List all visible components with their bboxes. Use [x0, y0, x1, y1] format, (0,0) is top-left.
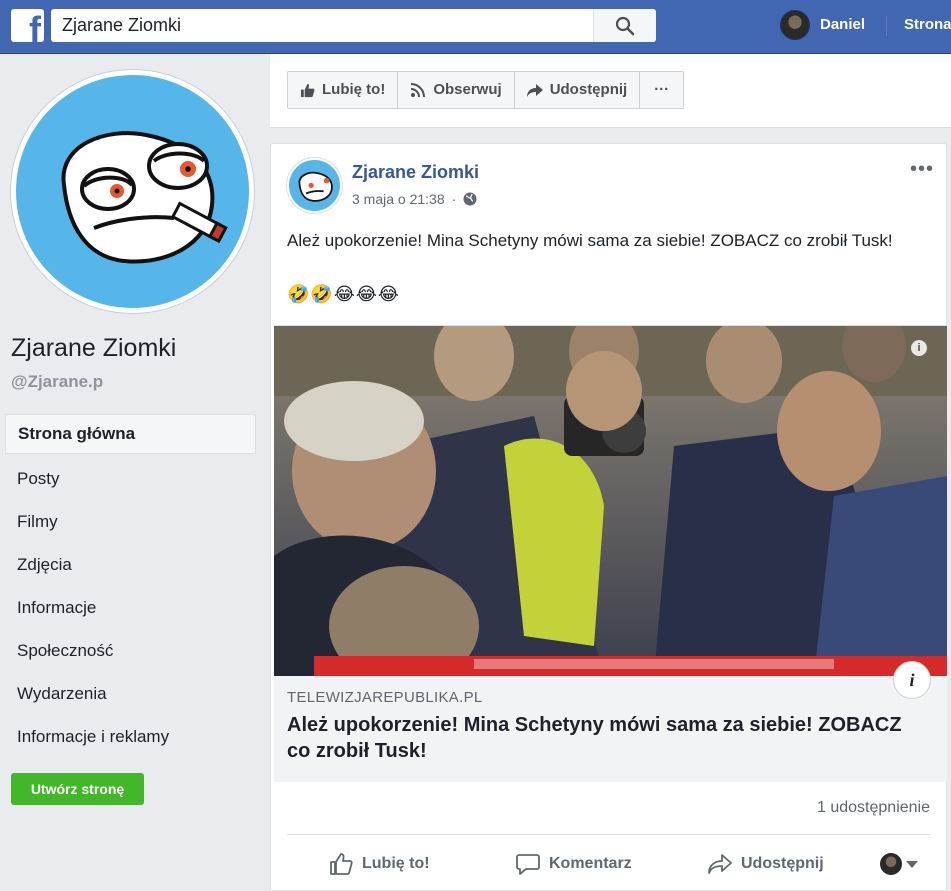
post-actions-bar: Lubię to! Komentarz Udostępnij: [271, 844, 948, 884]
dot-separator: ·: [451, 191, 457, 207]
share-arrow-icon: [526, 83, 543, 97]
page-name: Zjarane Ziomki: [11, 334, 177, 362]
user-avatar[interactable]: [780, 10, 810, 40]
thumbs-up-outline-icon: [330, 853, 353, 875]
post-timestamp[interactable]: 3 maja o 21:38 ·: [352, 191, 477, 207]
link-preview-image[interactable]: i: [274, 326, 947, 676]
post-emoji: 🤣🤣😂😂😂: [287, 284, 400, 304]
chevron-down-icon[interactable]: [906, 861, 918, 868]
page-share-label: Udostępnij: [549, 81, 628, 98]
page-actions-card: Lubię to! Obserwuj Udostępnij ···: [270, 54, 951, 128]
like-button[interactable]: Lubię to!: [329, 844, 430, 884]
left-column: Zjarane Ziomki @Zjarane.p Strona główna …: [0, 54, 268, 891]
nav-item-about[interactable]: Informacje: [5, 586, 256, 629]
comment-button[interactable]: Komentarz: [516, 844, 632, 884]
divider: [287, 834, 930, 835]
user-name-link[interactable]: Daniel: [820, 0, 865, 50]
post-card: Zjarane Ziomki 3 maja o 21:38 · ••• Ależ…: [270, 143, 947, 891]
page-share-button[interactable]: Udostępnij: [515, 72, 641, 108]
link-title[interactable]: Ależ upokorzenie! Mina Schetyny mówi sam…: [287, 712, 917, 764]
share-button[interactable]: Udostępnij: [708, 844, 824, 884]
nav-divider: [886, 16, 887, 36]
comment-bubble-icon: [516, 854, 540, 875]
post-time-text: 3 maja o 21:38: [352, 191, 445, 207]
page-like-button[interactable]: Lubię to!: [288, 72, 399, 108]
nav-item-events[interactable]: Wydarzenia: [5, 672, 256, 715]
nav-item-videos[interactable]: Filmy: [5, 500, 256, 543]
thumbs-up-icon: [300, 83, 315, 97]
like-label: Lubię to!: [362, 855, 430, 872]
crowd-photo-image: [274, 326, 947, 676]
share-as-avatar[interactable]: [880, 853, 902, 875]
link-preview[interactable]: i i TELEWIZJAREPUBLIKA.PL Ależ upokorzen…: [274, 325, 947, 782]
more-options-button[interactable]: ···: [640, 72, 683, 108]
facebook-logo-icon[interactable]: f: [11, 9, 44, 42]
smoking-face-logo-icon: [298, 171, 333, 202]
info-circle-icon[interactable]: i: [893, 661, 931, 699]
smoking-face-logo-icon: [61, 131, 228, 264]
link-preview-meta[interactable]: TELEWIZJAREPUBLIKA.PL Ależ upokorzenie! …: [274, 676, 947, 782]
page-actions-row: Lubię to! Obserwuj Udostępnij ···: [287, 71, 685, 109]
share-count[interactable]: 1 udostępnienie: [817, 799, 930, 817]
search-box[interactable]: Zjarane Ziomki: [51, 9, 656, 42]
nav-item-info-and-ads[interactable]: Informacje i reklamy: [5, 715, 256, 758]
follow-button[interactable]: Obserwuj: [398, 72, 515, 108]
nav-item-photos[interactable]: Zdjęcia: [5, 543, 256, 586]
post-text: Ależ upokorzenie! Mina Schetyny mówi sam…: [287, 231, 893, 250]
page-handle[interactable]: @Zjarane.p: [11, 372, 103, 392]
link-domain: TELEWIZJAREPUBLIKA.PL: [287, 689, 483, 706]
page-nav: Strona główna Posty Filmy Zdjęcia Inform…: [5, 414, 256, 758]
search-input[interactable]: Zjarane Ziomki: [62, 9, 181, 42]
nav-item-home[interactable]: Strona główna: [5, 414, 256, 454]
page-like-label: Lubię to!: [322, 81, 386, 98]
share-arrow-outline-icon: [708, 854, 732, 874]
rss-icon: [411, 83, 426, 98]
follow-label: Obserwuj: [433, 81, 502, 98]
comment-label: Komentarz: [549, 855, 632, 872]
globe-icon: [463, 192, 477, 206]
search-icon: [615, 16, 635, 36]
nav-item-community[interactable]: Społeczność: [5, 629, 256, 672]
search-button[interactable]: [593, 9, 656, 42]
page-profile-picture[interactable]: [11, 70, 254, 313]
post-author-avatar[interactable]: [287, 158, 342, 213]
post-options-icon[interactable]: •••: [910, 159, 934, 179]
top-bar: f Zjarane Ziomki Daniel Strona: [0, 0, 951, 54]
info-icon[interactable]: i: [911, 340, 927, 356]
home-link[interactable]: Strona: [904, 0, 951, 50]
share-label: Udostępnij: [741, 855, 824, 872]
post-author-link[interactable]: Zjarane Ziomki: [352, 162, 479, 183]
nav-item-posts[interactable]: Posty: [5, 457, 256, 500]
create-page-button[interactable]: Utwórz stronę: [11, 773, 144, 805]
